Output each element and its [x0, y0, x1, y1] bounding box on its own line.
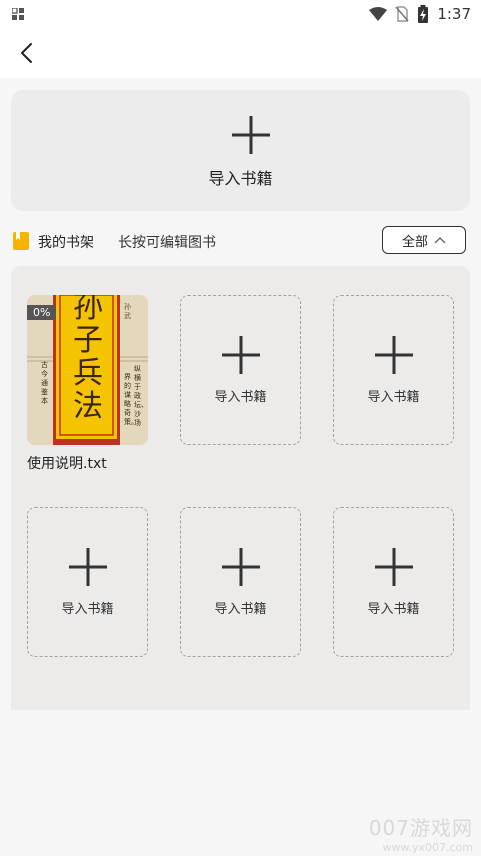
watermark-text: 007游戏网 [368, 816, 473, 840]
plus-icon [222, 336, 260, 374]
no-sim-icon [395, 6, 409, 22]
toolbar [0, 28, 481, 78]
shelf-title: 我的书架 [38, 235, 94, 251]
cover-title-char: 孙 [73, 295, 103, 325]
import-book-slot[interactable]: 导入书籍 [333, 507, 454, 657]
import-book-label: 导入书籍 [61, 602, 114, 617]
book-cover: 孙 子 兵 法 孙武 古今通鉴本 纵横于政坛、沙场 界的谋略奇策。 0% [27, 295, 148, 445]
bookshelf-grid: 孙 子 兵 法 孙武 古今通鉴本 纵横于政坛、沙场 界的谋略奇策。 0% 使用说… [11, 266, 470, 710]
import-books-card[interactable]: 导入书籍 [11, 90, 470, 211]
import-book-label: 导入书籍 [214, 390, 267, 405]
import-book-label: 导入书籍 [367, 602, 420, 617]
wifi-icon [369, 7, 388, 21]
import-book-slot[interactable]: 导入书籍 [180, 295, 301, 445]
shelf-hint: 长按可编辑图书 [118, 235, 216, 251]
plus-icon [375, 336, 413, 374]
import-book-slot[interactable]: 导入书籍 [27, 507, 148, 657]
back-button[interactable] [14, 40, 40, 66]
plus-icon [375, 548, 413, 586]
status-bar: 1:37 [0, 0, 481, 28]
plus-icon [69, 548, 107, 586]
chevron-left-icon [21, 43, 32, 63]
chevron-up-icon [434, 237, 446, 244]
plus-icon [222, 548, 260, 586]
cover-title-char: 法 [73, 389, 103, 424]
status-time: 1:37 [437, 5, 471, 23]
cover-title-char: 子 [73, 323, 103, 358]
reading-progress-badge: 0% [27, 305, 57, 320]
filter-label: 全部 [401, 234, 428, 250]
cover-title-char: 兵 [73, 356, 103, 391]
battery-charging-icon [418, 5, 429, 23]
import-book-slot[interactable]: 导入书籍 [180, 507, 301, 657]
import-book-label: 导入书籍 [367, 390, 420, 405]
book-name: 使用说明.txt [27, 456, 107, 472]
cover-side-text: 古今通鉴本 [41, 361, 48, 405]
watermark-url: www.yx007.com [382, 841, 473, 854]
book-item[interactable]: 孙 子 兵 法 孙武 古今通鉴本 纵横于政坛、沙场 界的谋略奇策。 0% 使用说… [27, 295, 148, 472]
cover-side-text: 界的谋略奇策。 [124, 373, 138, 426]
import-books-label: 导入书籍 [208, 169, 273, 188]
bookshelf-icon [13, 232, 29, 250]
plus-icon [232, 116, 270, 154]
shelf-header: 我的书架 长按可编辑图书 全部 [11, 226, 470, 256]
cover-author: 孙武 [124, 303, 131, 320]
watermark: 007游戏网 www.yx007.com [369, 812, 473, 854]
import-book-label: 导入书籍 [214, 602, 267, 617]
import-book-slot[interactable]: 导入书籍 [333, 295, 454, 445]
filter-dropdown-button[interactable]: 全部 [382, 226, 466, 254]
cover-title: 孙 子 兵 法 [67, 295, 109, 423]
grid-icon [12, 8, 24, 20]
